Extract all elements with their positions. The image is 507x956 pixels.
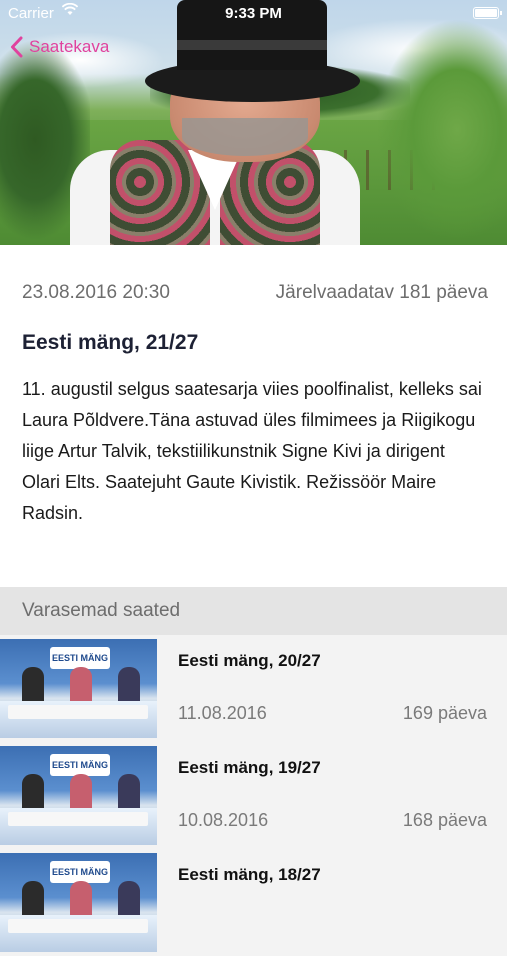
episode-date: 10.08.2016 [178,810,269,830]
thumbnail-logo: EESTI MÄNG [50,754,110,776]
back-label: Saatekava [29,37,110,56]
hero-trees-right [367,20,507,245]
episode-title: Eesti mäng, 20/27 [178,651,321,670]
episode-thumbnail[interactable]: EESTI MÄNG [0,853,157,952]
episode-row[interactable]: EESTI MÄNG Eesti mäng, 19/27 10.08.2016 … [0,742,507,849]
episode-days-left: 168 päeva [402,810,487,830]
episode-list[interactable]: EESTI MÄNG Eesti mäng, 20/27 11.08.2016 … [0,635,507,956]
status-bar: Carrier 9:33 PM [0,0,507,28]
episode-days-left: 169 päeva [402,703,487,723]
episode-row[interactable]: EESTI MÄNG Eesti mäng, 18/27 [0,849,507,956]
program-datetime: 23.08.2016 20:30 [22,282,170,303]
episode-title: Eesti mäng, 18/27 [178,865,321,884]
thumbnail-logo: EESTI MÄNG [50,647,110,669]
clock: 9:33 PM [225,5,282,22]
episode-title: Eesti mäng, 19/27 [178,758,321,777]
episode-date: 11.08.2016 [178,703,267,723]
program-description: 11. augustil selgus saatesarja viies poo… [22,379,482,523]
back-button[interactable]: Saatekava [10,33,109,61]
episode-row[interactable]: EESTI MÄNG Eesti mäng, 20/27 11.08.2016 … [0,635,507,742]
hero-presenter [70,0,360,245]
program-title: Eesti mäng, 21/27 [22,331,199,354]
episode-thumbnail[interactable]: EESTI MÄNG [0,639,157,738]
section-label: Varasemad saated [22,600,181,621]
previous-episodes-header: Varasemad saated [0,587,507,635]
chevron-left-icon [10,36,23,58]
program-availability: Järelvaadatav 181 päeva [275,282,488,303]
episode-thumbnail[interactable]: EESTI MÄNG [0,746,157,845]
battery-icon [473,7,502,19]
thumbnail-logo: EESTI MÄNG [50,861,110,883]
